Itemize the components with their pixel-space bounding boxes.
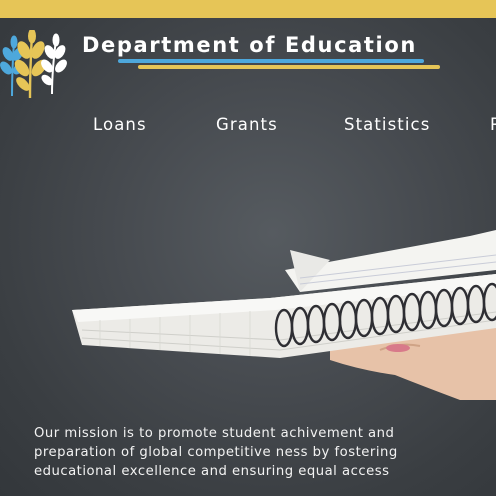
mission-line-2: preparation of global competitive ness b… <box>34 445 398 460</box>
title-underline-blue <box>118 59 424 63</box>
nav-item-grants[interactable]: Grants <box>216 115 278 134</box>
top-accent-bar <box>0 0 496 18</box>
notebooks-in-hand-image <box>72 230 496 400</box>
nav-item-loans[interactable]: Loans <box>93 115 147 134</box>
mission-statement: Our mission is to promote student achive… <box>34 424 494 481</box>
nav-item-statistics[interactable]: Statistics <box>344 115 430 134</box>
mission-line-1: Our mission is to promote student achive… <box>34 426 395 441</box>
wheat-stalks-logo-icon[interactable] <box>0 30 72 98</box>
nav-item-cutoff[interactable]: R <box>490 115 496 134</box>
title-underline-yellow <box>138 65 440 69</box>
mission-line-3: educational excellence and ensuring equa… <box>34 464 390 479</box>
site-title[interactable]: Department of Education <box>82 33 417 57</box>
